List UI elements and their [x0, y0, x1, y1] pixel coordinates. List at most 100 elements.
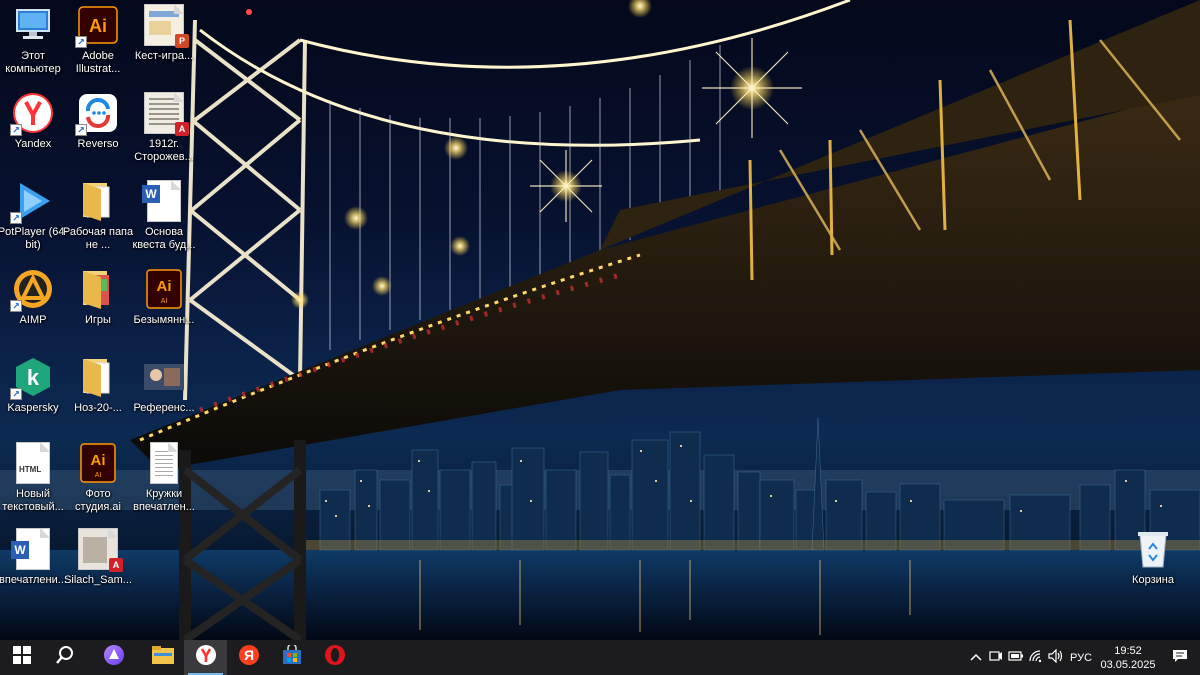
desktop-icon-reference-image[interactable]: Референс...: [128, 352, 200, 436]
folder-icon: [77, 356, 119, 398]
desktop-icon-label: Основа квеста буд...: [132, 226, 196, 251]
tray-battery-button[interactable]: [1006, 640, 1026, 675]
desktop-icon-photo-studio-ai[interactable]: Ai AI Фото студия.ai: [62, 438, 134, 522]
yandex-browser-icon: ↗: [10, 92, 54, 136]
desktop-icon-label: Silach_Sam...: [64, 574, 132, 586]
chevron-up-icon: [970, 652, 982, 664]
kaspersky-icon: k ↗: [10, 356, 54, 400]
pdf-badge-icon: A: [175, 122, 189, 136]
pdf-file-icon: A: [77, 528, 123, 572]
search-icon: [55, 645, 75, 670]
desktop-icon-kaspersky[interactable]: k ↗ Kaspersky: [0, 352, 69, 436]
start-button[interactable]: [0, 640, 43, 675]
shortcut-arrow-icon: ↗: [10, 212, 22, 224]
tray-language-indicator[interactable]: РУС: [1066, 652, 1096, 664]
yandex-browser-icon: [195, 644, 217, 671]
illustrator-icon: Ai ↗: [75, 4, 119, 48]
pdf-badge-icon: A: [109, 558, 123, 572]
search-button[interactable]: [43, 640, 86, 675]
alice-assistant-icon: [103, 644, 125, 671]
desktop-icon-label: Кружки впечатлен...: [133, 488, 195, 513]
tray-meet-now-button[interactable]: [986, 640, 1006, 675]
desktop-icon-label: Этот компьютер: [5, 50, 61, 75]
battery-icon: [1008, 651, 1024, 664]
desktop-icon-quest-base-docx[interactable]: W Основа квеста буд...: [128, 176, 200, 260]
desktop-icon-label: Игры: [85, 314, 111, 326]
ai-file-icon: Ai AI: [143, 268, 185, 310]
shortcut-arrow-icon: ↗: [10, 124, 22, 136]
desktop-icon-impressions-txt[interactable]: Кружки впечатлен...: [128, 438, 200, 522]
microsoft-store-icon: [282, 643, 302, 670]
desktop-icon-label: Yandex: [14, 138, 52, 150]
taskbar-opera-button[interactable]: [313, 640, 356, 675]
taskbar-yandex-button[interactable]: Я: [227, 640, 270, 675]
svg-text:Ai: Ai: [157, 278, 172, 295]
tray-volume-button[interactable]: [1046, 640, 1066, 675]
tray-notifications-button[interactable]: [1160, 640, 1200, 675]
svg-text:Ai: Ai: [89, 16, 107, 36]
file-explorer-icon: [151, 646, 174, 669]
folder-icon: [77, 180, 119, 222]
svg-text:Ai: Ai: [91, 452, 106, 469]
desktop-icon-aimp[interactable]: ↗ AIMP: [0, 264, 69, 348]
desktop-icon-this-pc[interactable]: Этот компьютер: [0, 0, 69, 84]
tray-show-hidden-button[interactable]: [966, 640, 986, 675]
desktop-icon-recycle-bin[interactable]: Корзина: [1117, 524, 1189, 608]
system-tray: РУС 19:52 03.05.2025: [966, 640, 1200, 675]
desktop-icon-illustrator[interactable]: Ai ↗ Adobe Illustrat...: [62, 0, 134, 84]
taskbar-store-button[interactable]: [270, 640, 313, 675]
svg-text:AI: AI: [95, 472, 102, 479]
desktop-icon-label: Фото студия.ai: [75, 488, 121, 513]
desktop-icon-label: Референс...: [133, 402, 195, 414]
meet-now-icon: [989, 649, 1003, 666]
desktop-icon-new-html[interactable]: HTML Новый текстовый...: [0, 438, 69, 522]
desktop-icon-impressions-docx[interactable]: W впечатлени...: [0, 524, 69, 608]
svg-text:AI: AI: [161, 298, 168, 305]
desktop-icon-label: Adobe Illustrat...: [75, 50, 121, 75]
shortcut-arrow-icon: ↗: [75, 36, 87, 48]
opera-icon: [324, 644, 346, 671]
svg-text:k: k: [27, 365, 40, 390]
taskbar-yandex-browser-button[interactable]: [184, 640, 227, 675]
clock-time: 19:52: [1114, 644, 1142, 657]
desktop-icon-silach-pdf[interactable]: A Silach_Sam...: [62, 524, 134, 608]
word-file-icon: W: [142, 180, 185, 222]
text-file-icon: [143, 442, 185, 484]
potplayer-icon: ↗: [10, 180, 54, 224]
desktop-icon-label: AIMP: [19, 314, 47, 326]
desktop-icon-label: Корзина: [1132, 574, 1174, 586]
taskbar: Я РУС 19:52 03.05.2025: [0, 640, 1200, 675]
desktop-icon-reverso[interactable]: ↗ Reverso: [62, 88, 134, 172]
desktop-icon-noz-folder[interactable]: Ноз-20-...: [62, 352, 134, 436]
image-file-icon: [143, 356, 185, 398]
reverso-icon: ↗: [75, 92, 119, 136]
taskbar-file-explorer-button[interactable]: [141, 640, 184, 675]
shortcut-arrow-icon: ↗: [10, 388, 22, 400]
desktop-icon-label: впечатлени...: [0, 574, 67, 586]
taskbar-alice-button[interactable]: [86, 640, 141, 675]
desktop-icon-games-folder[interactable]: Игры: [62, 264, 134, 348]
aimp-icon: ↗: [10, 268, 54, 312]
desktop-icon-work-folder[interactable]: Рабочая папа не ...: [62, 176, 134, 260]
pdf-file-icon: A: [143, 92, 189, 136]
tray-clock[interactable]: 19:52 03.05.2025: [1096, 644, 1160, 672]
powerpoint-file-icon: P: [143, 4, 189, 48]
notification-icon: [1172, 649, 1188, 666]
desktop-icon-label: Ноз-20-...: [74, 402, 122, 414]
folder-icon: [77, 268, 119, 310]
windows-start-icon: [12, 646, 31, 669]
desktop-icon-label: Безымянн...: [133, 314, 195, 326]
tray-network-button[interactable]: [1026, 640, 1046, 675]
desktop-icon-quest-game[interactable]: P Кест-игра...: [128, 0, 200, 84]
wifi-icon: [1028, 649, 1044, 666]
desktop-icon-yandex[interactable]: ↗ Yandex: [0, 88, 69, 172]
desktop-icon-label: Рабочая папа не ...: [62, 226, 134, 251]
ai-file-icon: Ai AI: [77, 442, 119, 484]
computer-icon: [12, 4, 54, 46]
desktop-icon-potplayer[interactable]: ↗ PotPlayer (64-bit): [0, 176, 69, 260]
clock-date: 03.05.2025: [1100, 658, 1156, 671]
desktop-icon-untitled-ai[interactable]: Ai AI Безымянн...: [128, 264, 200, 348]
desktop-icon-label: Reverso: [77, 138, 119, 150]
shortcut-arrow-icon: ↗: [10, 300, 22, 312]
desktop-icon-1912-pdf[interactable]: A 1912г. Сторожев...: [128, 88, 200, 172]
